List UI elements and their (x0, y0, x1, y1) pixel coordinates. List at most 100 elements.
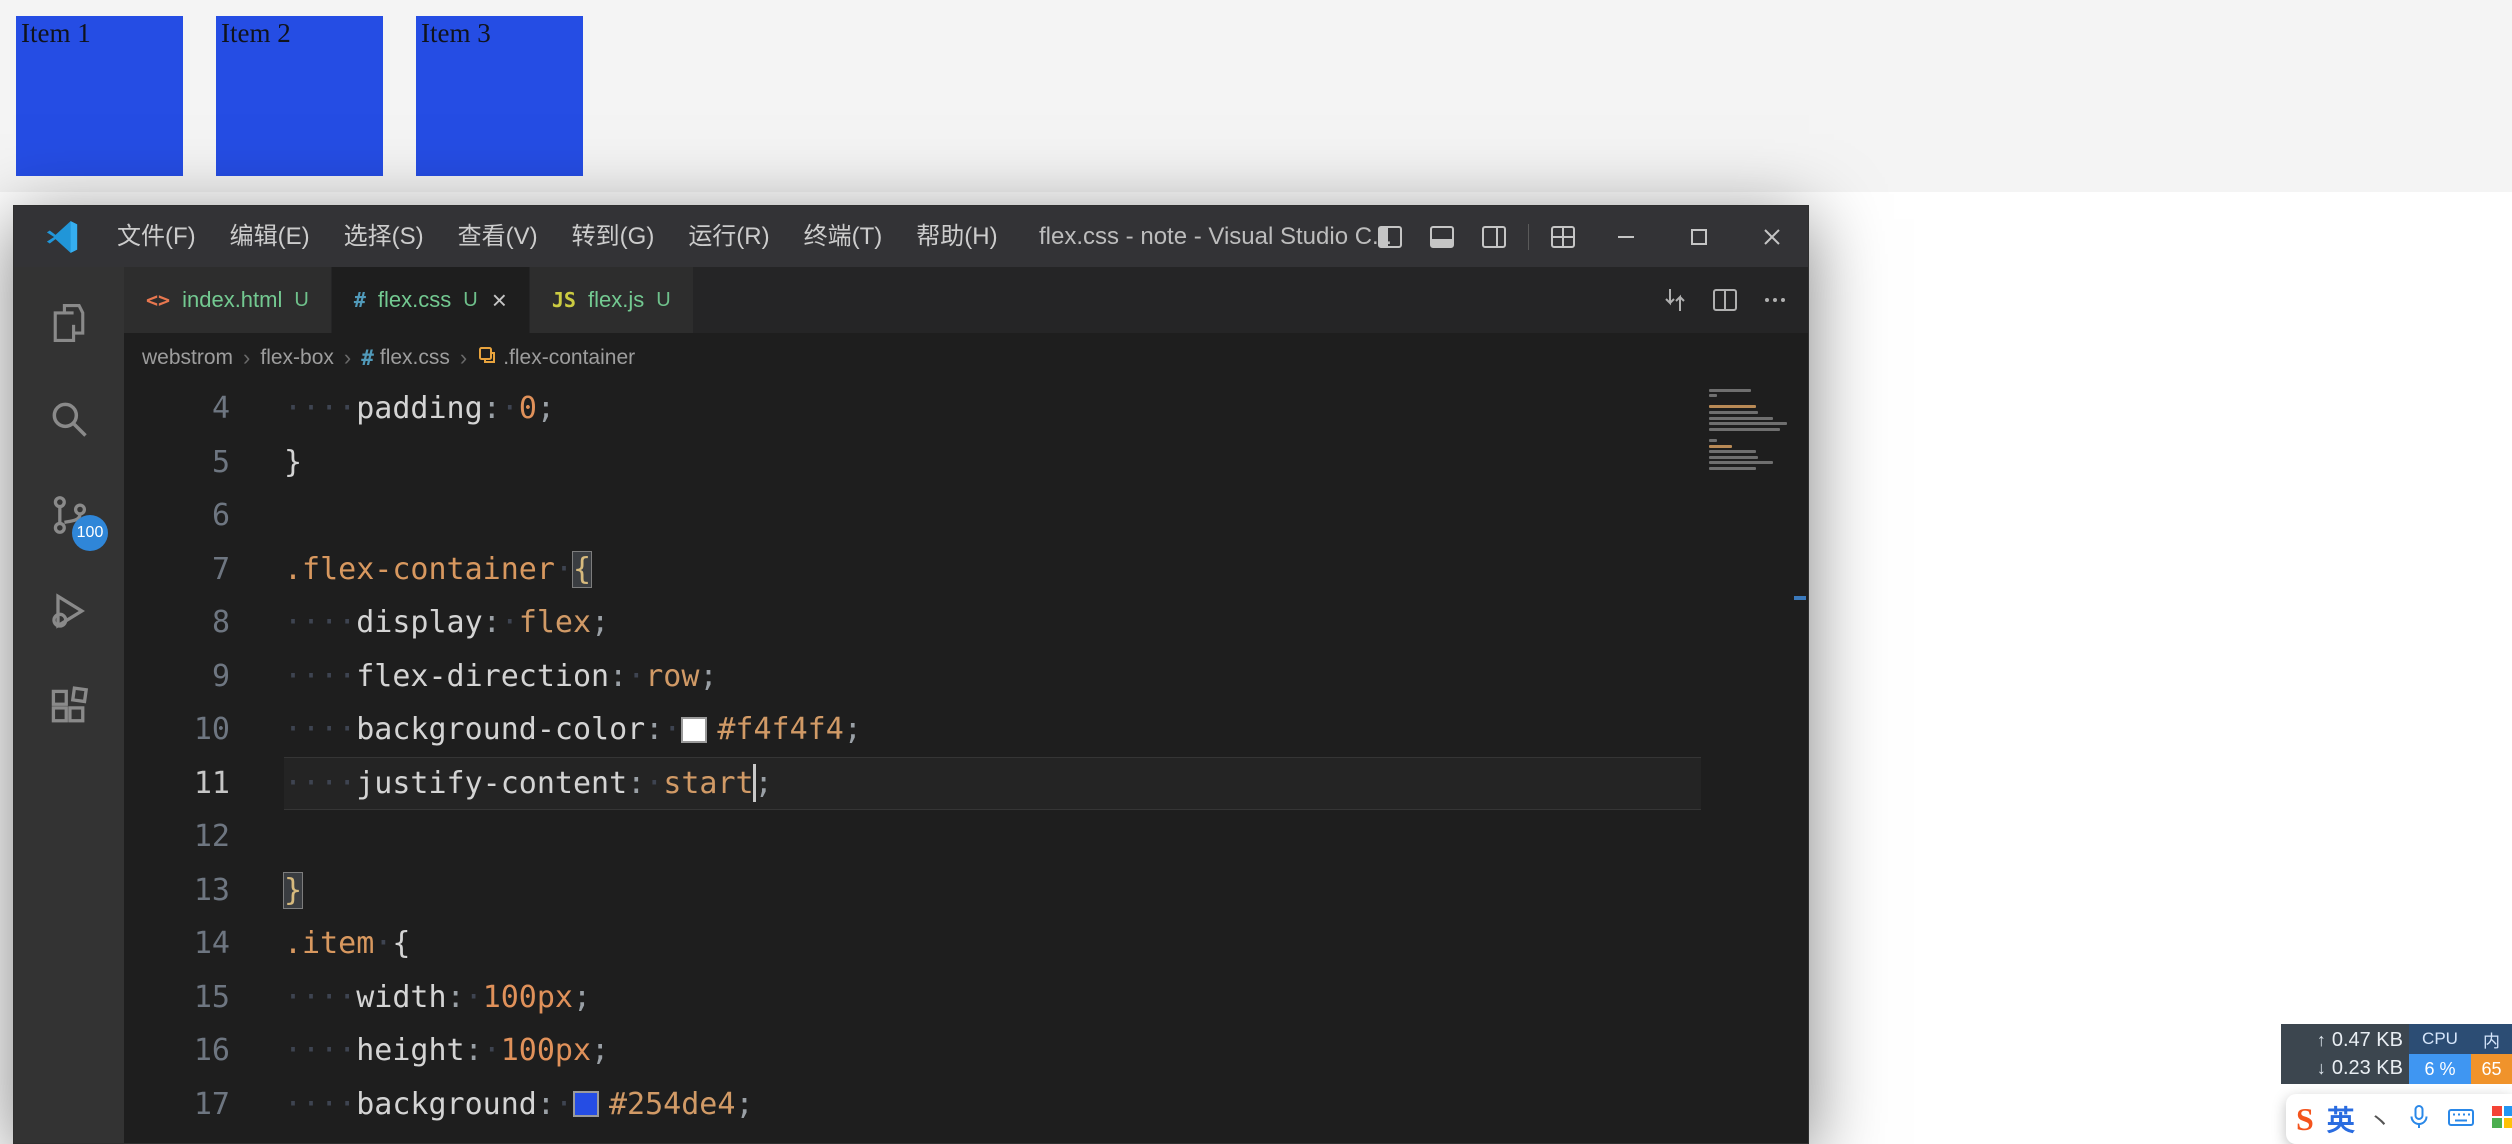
line-number: 13 (124, 864, 230, 918)
breadcrumb-label: flex.css (380, 346, 450, 370)
tab-label: flex.js (588, 287, 644, 313)
download-speed: 0.23 KB (2332, 1057, 2403, 1080)
tab-strip: <>index.htmlU#flex.cssU×JSflex.jsU (124, 267, 694, 333)
breadcrumb-item-2[interactable]: #flex.css (361, 346, 450, 370)
menu-item-2[interactable]: 选择(S) (327, 206, 441, 267)
line-number: 8 (124, 596, 230, 650)
code-line[interactable]: 15····width:·100px; (124, 971, 1808, 1025)
menu-item-7[interactable]: 帮助(H) (899, 206, 1014, 267)
code-line[interactable]: 4 ····padding:·0; (124, 382, 1808, 436)
menu-item-4[interactable]: 转到(G) (555, 206, 672, 267)
upload-arrow-icon: ↑ (2317, 1030, 2326, 1051)
search-icon[interactable] (14, 371, 124, 467)
code-text: } (284, 436, 1808, 490)
menu-item-3[interactable]: 查看(V) (441, 206, 555, 267)
tab-label: index.html (182, 287, 282, 313)
tab-index.html[interactable]: <>index.htmlU (124, 267, 332, 333)
git-status-badge: U (463, 289, 477, 312)
toggle-secondary-sidebar-icon[interactable] (1468, 206, 1520, 267)
scm-changes-badge: 100 (72, 515, 108, 551)
code-text: ····flex-direction:·row; (284, 650, 1808, 704)
cpu-label: CPU (2409, 1024, 2471, 1054)
activity-bar: 100 (14, 267, 124, 1143)
flex-preview: Item 1Item 2Item 3 (0, 0, 2512, 192)
customize-layout-icon[interactable] (1537, 206, 1589, 267)
code-area[interactable]: 4····padding:·0;5}67.flex-container·{8··… (124, 382, 1808, 1143)
menu-item-5[interactable]: 运行(R) (671, 206, 786, 267)
tabbar-actions (1650, 267, 1800, 333)
breadcrumb-label: webstrom (142, 346, 233, 370)
breadcrumb-label: flex-box (260, 346, 334, 370)
download-arrow-icon: ↓ (2317, 1058, 2326, 1079)
code-line[interactable]: 5} (124, 436, 1808, 490)
sogou-logo-icon[interactable]: S (2296, 1103, 2314, 1135)
maximize-icon[interactable] (1662, 206, 1735, 267)
breadcrumb-separator: › (460, 345, 467, 371)
tab-flex.css[interactable]: #flex.cssU× (332, 267, 530, 333)
ime-language-mode[interactable]: 英 (2327, 1099, 2355, 1139)
code-text: ····width:·100px; (284, 971, 1808, 1025)
window-title: flex.css - note - Visual Studio C... (1039, 206, 1392, 267)
git-status-badge: U (656, 289, 670, 312)
close-tab-icon[interactable]: × (492, 285, 507, 316)
source-control-icon[interactable]: 100 (14, 467, 124, 563)
file-type-icon: # (354, 288, 366, 312)
color-swatch[interactable] (681, 717, 707, 743)
titlebar-separator (1528, 224, 1529, 250)
color-swatch[interactable] (573, 1091, 599, 1117)
code-text: ····margin:·10px; (284, 1131, 1808, 1143)
minimize-icon[interactable] (1589, 206, 1662, 267)
split-editor-icon[interactable] (1700, 267, 1750, 333)
minimap[interactable] (1701, 382, 1808, 1143)
keyboard-icon[interactable] (2446, 1102, 2476, 1137)
cpu-value: 6 % (2409, 1054, 2471, 1084)
code-line[interactable]: 11····justify-content:·start; (124, 757, 1808, 811)
explorer-icon[interactable] (14, 275, 124, 371)
code-line[interactable]: 12 (124, 810, 1808, 864)
breadcrumb-item-1[interactable]: flex-box (260, 346, 334, 370)
ime-punctuation-toggle[interactable]: 丶 (2368, 1102, 2392, 1137)
git-status-badge: U (294, 289, 308, 312)
more-actions-icon[interactable] (1750, 267, 1800, 333)
code-line[interactable]: 8····display:·flex; (124, 596, 1808, 650)
menu-item-1[interactable]: 编辑(E) (213, 206, 327, 267)
breadcrumb-item-3[interactable]: .flex-container (477, 345, 635, 371)
code-text: .item·{ (284, 917, 1808, 971)
line-number: 4 (124, 382, 230, 436)
preview-item-3: Item 3 (416, 16, 583, 176)
line-number: 7 (124, 543, 230, 597)
code-line[interactable]: 14.item·{ (124, 917, 1808, 971)
code-line[interactable]: 6 (124, 489, 1808, 543)
ime-toolbar: S 英 丶 (2286, 1094, 2512, 1144)
code-line[interactable]: 17····background:·#254de4; (124, 1078, 1808, 1132)
extensions-icon[interactable] (14, 659, 124, 755)
menu-item-0[interactable]: 文件(F) (100, 206, 213, 267)
code-line[interactable]: 13} (124, 864, 1808, 918)
tab-flex.js[interactable]: JSflex.jsU (530, 267, 694, 333)
run-debug-icon[interactable] (14, 563, 124, 659)
toggle-sidebar-icon[interactable] (1364, 206, 1416, 267)
menu-bar: 文件(F)编辑(E)选择(S)查看(V)转到(G)运行(R)终端(T)帮助(H) (100, 206, 1015, 267)
close-icon[interactable] (1735, 206, 1808, 267)
minimap-content (1709, 386, 1790, 470)
breadcrumb-separator: › (243, 345, 250, 371)
menu-item-6[interactable]: 终端(T) (787, 206, 900, 267)
code-line[interactable]: 18 ····margin:·10px; (124, 1131, 1808, 1143)
line-number: 5 (124, 436, 230, 490)
code-line[interactable]: 7.flex-container·{ (124, 543, 1808, 597)
editor[interactable]: 4····padding:·0;5}67.flex-container·{8··… (124, 382, 1808, 1143)
css-file-icon: # (361, 346, 374, 370)
breadcrumb-item-0[interactable]: webstrom (142, 346, 233, 370)
code-line[interactable]: 9····flex-direction:·row; (124, 650, 1808, 704)
code-text: ····padding:·0; (284, 382, 1808, 436)
open-changes-icon[interactable] (1650, 267, 1700, 333)
code-line[interactable]: 16····height:·100px; (124, 1024, 1808, 1078)
net-speed-widget: ↑ 0.47 KB ↓ 0.23 KB CPU 6 % 内 65 (2281, 1024, 2512, 1084)
line-number: 18 (124, 1131, 230, 1143)
line-number: 11 (124, 757, 230, 811)
code-text (284, 489, 1808, 543)
toggle-panel-icon[interactable] (1416, 206, 1468, 267)
code-line[interactable]: 10····background-color:·#f4f4f4; (124, 703, 1808, 757)
toolbox-icon[interactable] (2489, 1103, 2512, 1136)
mic-icon[interactable] (2405, 1103, 2433, 1136)
